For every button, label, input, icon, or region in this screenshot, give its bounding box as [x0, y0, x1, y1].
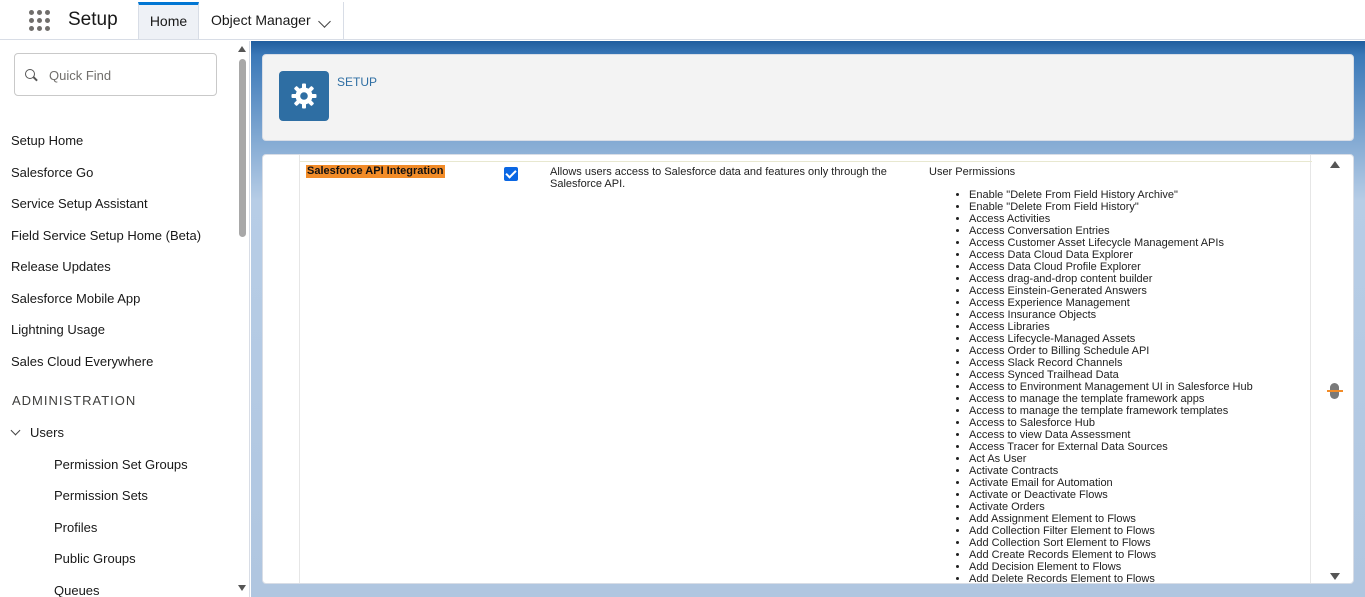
permission-list-item: Access Lifecycle-Managed Assets [969, 333, 1253, 345]
setup-sidebar: Setup Home Salesforce Go Service Setup A… [0, 41, 250, 597]
page-header: SETUP [262, 54, 1354, 141]
permission-list-item: Access to Salesforce Hub [969, 417, 1253, 429]
sidebar-item-permission-sets[interactable]: Permission Sets [54, 488, 148, 503]
content-scrollbar[interactable] [1327, 155, 1343, 583]
permission-list-item: Enable "Delete From Field History Archiv… [969, 189, 1253, 201]
permission-list-item: Access Insurance Objects [969, 309, 1253, 321]
permission-list-item: Access to manage the template framework … [969, 405, 1253, 417]
scroll-down-icon[interactable] [1330, 573, 1340, 580]
permission-list-item: Activate Email for Automation [969, 477, 1253, 489]
permission-list-item: Access Einstein-Generated Answers [969, 285, 1253, 297]
sidebar-item-salesforce-go[interactable]: Salesforce Go [11, 165, 93, 180]
chevron-down-icon[interactable] [10, 425, 21, 436]
permission-list-item: Access Customer Asset Lifecycle Manageme… [969, 237, 1253, 249]
permission-list-item: Access Data Cloud Profile Explorer [969, 261, 1253, 273]
permission-list-item: Access Slack Record Channels [969, 357, 1253, 369]
sidebar-item-users-label: Users [30, 425, 64, 440]
sidebar-item-salesforce-mobile-app[interactable]: Salesforce Mobile App [11, 291, 140, 306]
permission-list-item: Access Tracer for External Data Sources [969, 441, 1253, 453]
permission-list-item: Add Delete Records Element to Flows [969, 573, 1253, 583]
permission-table: Salesforce API Integration Allows users … [299, 155, 1312, 583]
gear-icon [279, 71, 329, 121]
permission-list-item: Access Conversation Entries [969, 225, 1253, 237]
permission-list-item: Access Order to Billing Schedule API [969, 345, 1253, 357]
permission-checkbox[interactable] [504, 167, 518, 181]
search-icon [25, 69, 37, 81]
permission-list-item: Access Synced Trailhead Data [969, 369, 1253, 381]
sidebar-item-setup-home[interactable]: Setup Home [11, 133, 83, 148]
section-heading-administration: ADMINISTRATION [12, 393, 137, 408]
quick-find-input[interactable] [47, 64, 207, 86]
scrollbar-thumb[interactable] [239, 59, 246, 237]
scroll-down-icon[interactable] [238, 585, 246, 591]
sidebar-item-permission-set-groups[interactable]: Permission Set Groups [54, 457, 188, 472]
permission-name: Salesforce API Integration [306, 165, 445, 178]
search-match-marker [1327, 390, 1343, 392]
permission-list-item: Access Libraries [969, 321, 1253, 333]
tab-object-manager-label: Object Manager [211, 12, 311, 28]
user-permissions-list: Enable "Delete From Field History Archiv… [969, 189, 1253, 583]
permission-content-panel: Salesforce API Integration Allows users … [262, 154, 1354, 584]
permission-list-item: Activate or Deactivate Flows [969, 489, 1253, 501]
sidebar-item-service-setup-assistant[interactable]: Service Setup Assistant [11, 196, 148, 211]
sidebar-item-field-service-setup-home[interactable]: Field Service Setup Home (Beta) [11, 228, 201, 243]
permission-list-item: Access Data Cloud Data Explorer [969, 249, 1253, 261]
permission-list-item: Access to manage the template framework … [969, 393, 1253, 405]
sidebar-scrollbar[interactable] [236, 41, 248, 597]
app-name: Setup [68, 9, 118, 30]
breadcrumb-setup[interactable]: SETUP [337, 75, 377, 89]
permission-list-item: Add Collection Sort Element to Flows [969, 537, 1253, 549]
permission-list-item: Activate Orders [969, 501, 1253, 513]
tab-home[interactable]: Home [138, 2, 199, 39]
sidebar-item-queues[interactable]: Queues [54, 583, 100, 597]
user-permissions-heading: User Permissions [929, 166, 1016, 178]
quick-find-box [14, 53, 217, 96]
permission-list-item: Access to Environment Management UI in S… [969, 381, 1253, 393]
scroll-up-icon[interactable] [238, 46, 246, 52]
permission-list-item: Add Decision Element to Flows [969, 561, 1253, 573]
main-content: SETUP Salesforce API Integration Allows … [251, 41, 1365, 597]
sidebar-item-sales-cloud-everywhere[interactable]: Sales Cloud Everywhere [11, 354, 153, 369]
sidebar-item-release-updates[interactable]: Release Updates [11, 259, 111, 274]
global-header: Setup Home Object Manager [0, 0, 1365, 40]
permission-list-item: Access to view Data Assessment [969, 429, 1253, 441]
permission-list-item: Access Activities [969, 213, 1253, 225]
permission-list-item: Access drag-and-drop content builder [969, 273, 1253, 285]
permission-description: Allows users access to Salesforce data a… [550, 166, 887, 190]
sidebar-item-profiles[interactable]: Profiles [54, 520, 97, 535]
permission-list-item: Act As User [969, 453, 1253, 465]
app-launcher-icon[interactable] [29, 10, 51, 32]
permission-list-item: Activate Contracts [969, 465, 1253, 477]
sidebar-item-public-groups[interactable]: Public Groups [54, 551, 136, 566]
permission-list-item: Add Assignment Element to Flows [969, 513, 1253, 525]
chevron-down-icon[interactable] [318, 15, 331, 28]
tab-object-manager[interactable]: Object Manager [199, 2, 344, 39]
sidebar-item-lightning-usage[interactable]: Lightning Usage [11, 322, 105, 337]
permission-list-item: Add Create Records Element to Flows [969, 549, 1253, 561]
permission-list-item: Add Collection Filter Element to Flows [969, 525, 1253, 537]
permission-list-item: Enable "Delete From Field History" [969, 201, 1253, 213]
permission-table-frame: Salesforce API Integration Allows users … [277, 155, 1312, 583]
permission-list-item: Access Experience Management [969, 297, 1253, 309]
table-divider [300, 161, 1312, 162]
scroll-up-icon[interactable] [1330, 161, 1340, 168]
